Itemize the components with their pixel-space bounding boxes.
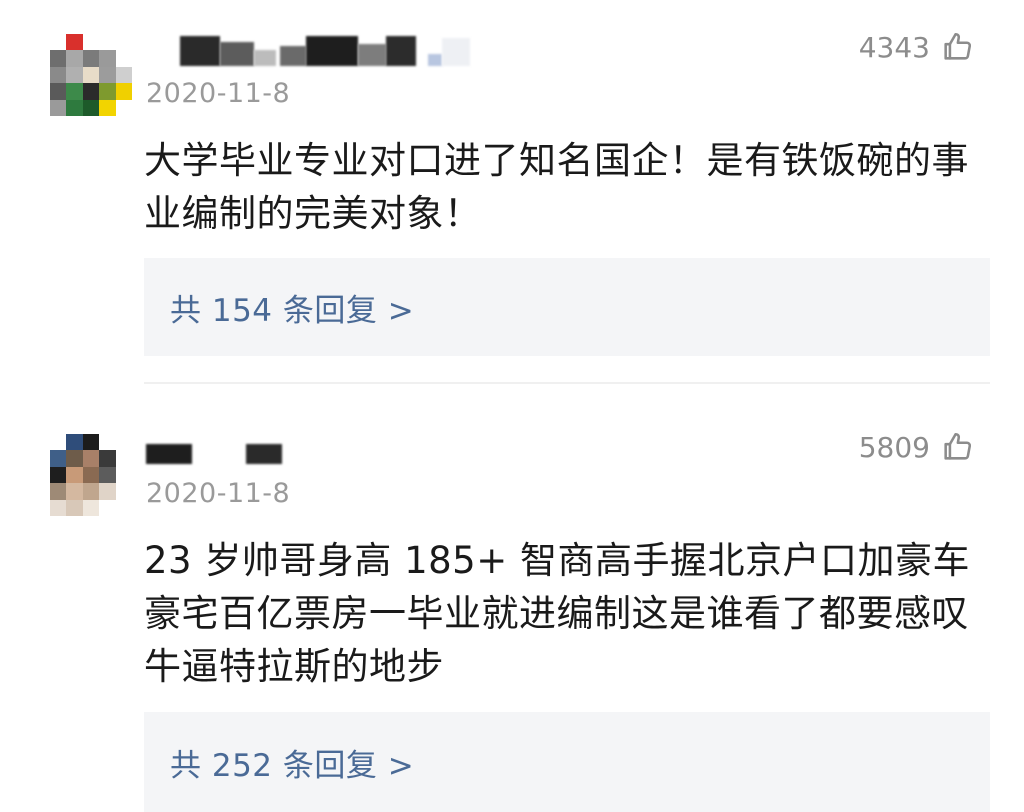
like-button[interactable]: 4343: [859, 30, 974, 64]
like-count: 5809: [858, 430, 930, 464]
comment-text: 大学毕业专业对口进了知名国企！是有铁饭碗的事业编制的完美对象！: [144, 139, 969, 235]
view-replies-button[interactable]: 共 154 条回复 >: [144, 258, 990, 356]
thumbs-up-icon: [944, 32, 972, 60]
user-avatar[interactable]: [50, 34, 132, 116]
like-count: 4343: [858, 30, 930, 64]
user-avatar[interactable]: [50, 434, 132, 516]
like-button[interactable]: 5809: [859, 430, 974, 464]
username-redacted[interactable]: [180, 36, 490, 66]
divider: [144, 382, 990, 384]
thumbs-up-icon: [944, 432, 972, 460]
replies-label: 共 154 条回复 >: [170, 292, 415, 329]
comment-date: 2020-11-8: [146, 478, 291, 509]
comment-date: 2020-11-8: [146, 78, 291, 109]
username-redacted[interactable]: [146, 436, 490, 466]
view-replies-button[interactable]: 共 252 条回复 >: [144, 712, 990, 812]
comment-text: 23 岁帅哥身高 185+ 智商高手握北京户口加豪车豪宅百亿票房一毕业就进编制这…: [144, 539, 970, 688]
replies-label: 共 252 条回复 >: [170, 747, 415, 784]
